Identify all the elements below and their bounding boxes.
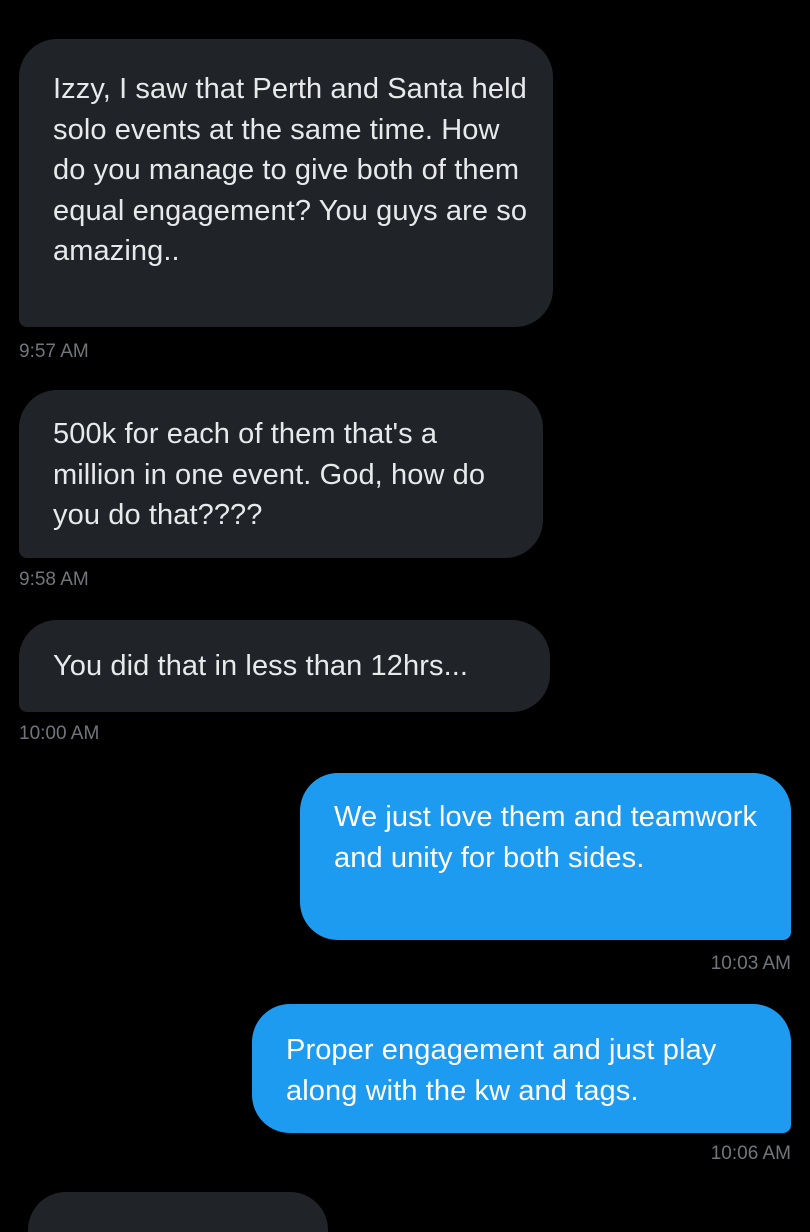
message-timestamp: 10:00 AM [19,723,100,744]
message-text: 500k for each of them that's a million i… [53,418,486,531]
received-message-bubble[interactable]: Izzy, I saw that Perth and Santa held so… [19,39,553,327]
message-timestamp: 10:03 AM [710,953,791,974]
received-message-bubble[interactable]: You did that in less than 12hrs... [19,620,550,712]
message-text: We just love them and teamwork and unity… [334,801,758,874]
partial-message-bubble[interactable] [28,1192,328,1232]
message-timestamp: 10:06 AM [710,1143,791,1164]
message-timestamp: 9:57 AM [19,341,89,362]
sent-message-bubble[interactable]: We just love them and teamwork and unity… [300,773,791,940]
message-text: Proper engagement and just play along wi… [286,1034,717,1107]
message-thread[interactable]: Izzy, I saw that Perth and Santa held so… [0,0,810,1232]
message-timestamp: 9:58 AM [19,569,89,590]
received-message-bubble[interactable]: 500k for each of them that's a million i… [19,390,543,558]
message-text: Izzy, I saw that Perth and Santa held so… [53,73,528,267]
sent-message-bubble[interactable]: Proper engagement and just play along wi… [252,1004,791,1133]
message-text: You did that in less than 12hrs... [53,650,469,682]
